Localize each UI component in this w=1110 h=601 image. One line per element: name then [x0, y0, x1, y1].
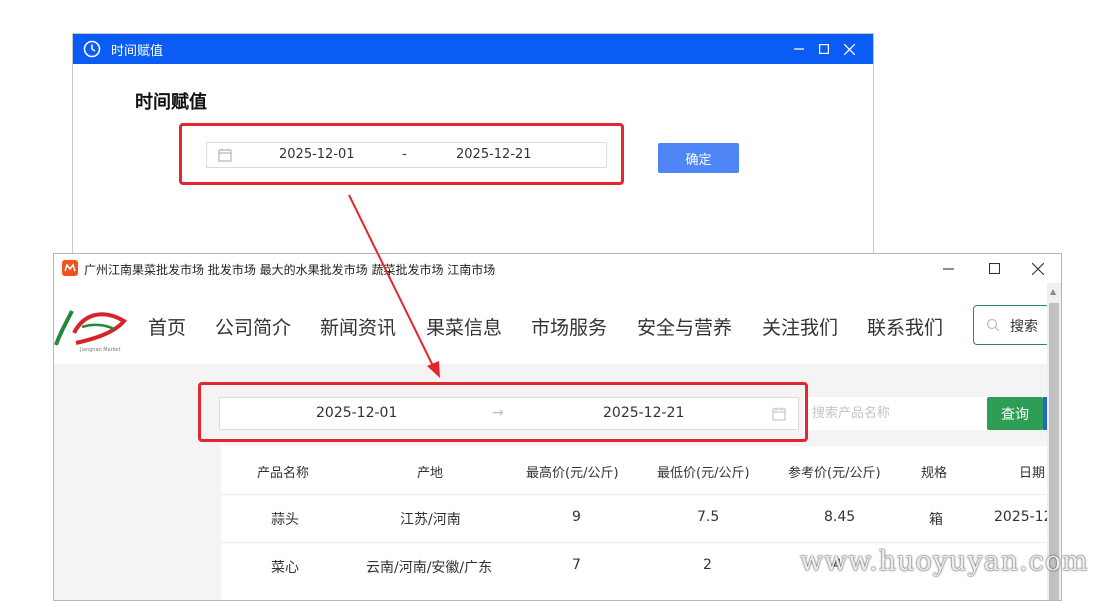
search-icon — [986, 318, 1000, 332]
jiangnan-market-logo[interactable]: Jiangnan Market — [54, 303, 130, 353]
cell-product: 菜心 — [271, 560, 299, 576]
nav-item-services[interactable]: 市场服务 — [531, 313, 607, 340]
cell-product: 蒜头 — [271, 512, 299, 528]
maximize-icon — [988, 263, 1000, 274]
site-navbar: Jiangnan Market 首页 公司简介 新闻资讯 果菜信息 市场服务 安… — [54, 291, 1061, 363]
site-favicon-icon — [62, 260, 78, 276]
nav-item-produce-info[interactable]: 果菜信息 — [426, 313, 502, 340]
minimize-button[interactable] — [786, 34, 812, 64]
cell-origin: 江苏/河南 — [400, 512, 461, 528]
scroll-up-icon[interactable]: ▲ — [1050, 287, 1056, 296]
cell-max-price: 9 — [572, 509, 581, 525]
dialog-title: 时间赋值 — [111, 44, 164, 59]
window-minimize-button[interactable] — [925, 254, 971, 283]
minimize-icon — [794, 48, 804, 50]
minimize-icon — [942, 268, 954, 270]
logo-caption: Jiangnan Market — [79, 347, 120, 353]
product-search-input[interactable] — [804, 397, 988, 430]
col-header-spec: 规格 — [921, 466, 948, 481]
highlight-box-site-range — [198, 382, 808, 442]
nav-item-home[interactable]: 首页 — [148, 313, 186, 340]
cell-date: 2025-12 — [994, 509, 1053, 525]
col-header-product: 产品名称 — [257, 466, 310, 481]
dialog-titlebar: 时间赋值 — [73, 34, 873, 64]
cell-min-price: 2 — [703, 557, 712, 573]
price-table: 产品名称 产地 最高价(元/公斤) 最低价(元/公斤) 参考价(元/公斤) 规格… — [221, 446, 1053, 600]
confirm-button[interactable]: 确定 — [658, 143, 739, 173]
maximize-button[interactable] — [811, 34, 837, 64]
close-icon — [843, 43, 855, 55]
cell-ref-price: 8.45 — [824, 509, 856, 525]
nav-item-safety[interactable]: 安全与营养 — [637, 313, 732, 340]
dialog-heading: 时间赋值 — [135, 92, 207, 113]
nav-item-contact[interactable]: 联系我们 — [867, 313, 943, 340]
query-button[interactable]: 查询 — [987, 397, 1043, 430]
nav-item-news[interactable]: 新闻资讯 — [320, 313, 396, 340]
col-header-date: 日期 — [1019, 466, 1046, 481]
nav-item-follow[interactable]: 关注我们 — [762, 313, 838, 340]
watermark-text: www.huoyuyan.com — [800, 546, 1089, 577]
cell-spec: 箱 — [929, 512, 943, 528]
window-close-button[interactable] — [1015, 254, 1061, 283]
window-maximize-button[interactable] — [971, 254, 1017, 283]
col-header-max-price: 最高价(元/公斤) — [526, 466, 619, 481]
col-header-origin: 产地 — [417, 466, 444, 481]
col-header-ref-price: 参考价(元/公斤) — [788, 466, 881, 481]
cell-min-price: 7.5 — [697, 509, 720, 525]
highlight-box-dialog-range — [179, 123, 624, 185]
window-titlebar: 广州江南果菜批发市场 批发市场 最大的水果批发市场 蔬菜批发市场 江南市场 — [54, 254, 1061, 283]
col-header-min-price: 最低价(元/公斤) — [657, 466, 750, 481]
nav-item-about[interactable]: 公司简介 — [215, 313, 291, 340]
table-row: 蒜头 江苏/河南 9 7.5 8.45 箱 2025-12 — [221, 494, 1053, 542]
site-search-button[interactable]: 搜索 — [973, 305, 1053, 345]
clock-icon — [83, 40, 101, 58]
close-button[interactable] — [836, 34, 862, 64]
cell-max-price: 7 — [572, 557, 581, 573]
maximize-icon — [819, 44, 829, 54]
cell-origin: 云南/河南/安徽/广东 — [366, 560, 493, 576]
site-search-label: 搜索 — [1010, 319, 1038, 335]
close-icon — [1032, 262, 1044, 275]
window-title: 广州江南果菜批发市场 批发市场 最大的水果批发市场 蔬菜批发市场 江南市场 — [84, 263, 496, 277]
